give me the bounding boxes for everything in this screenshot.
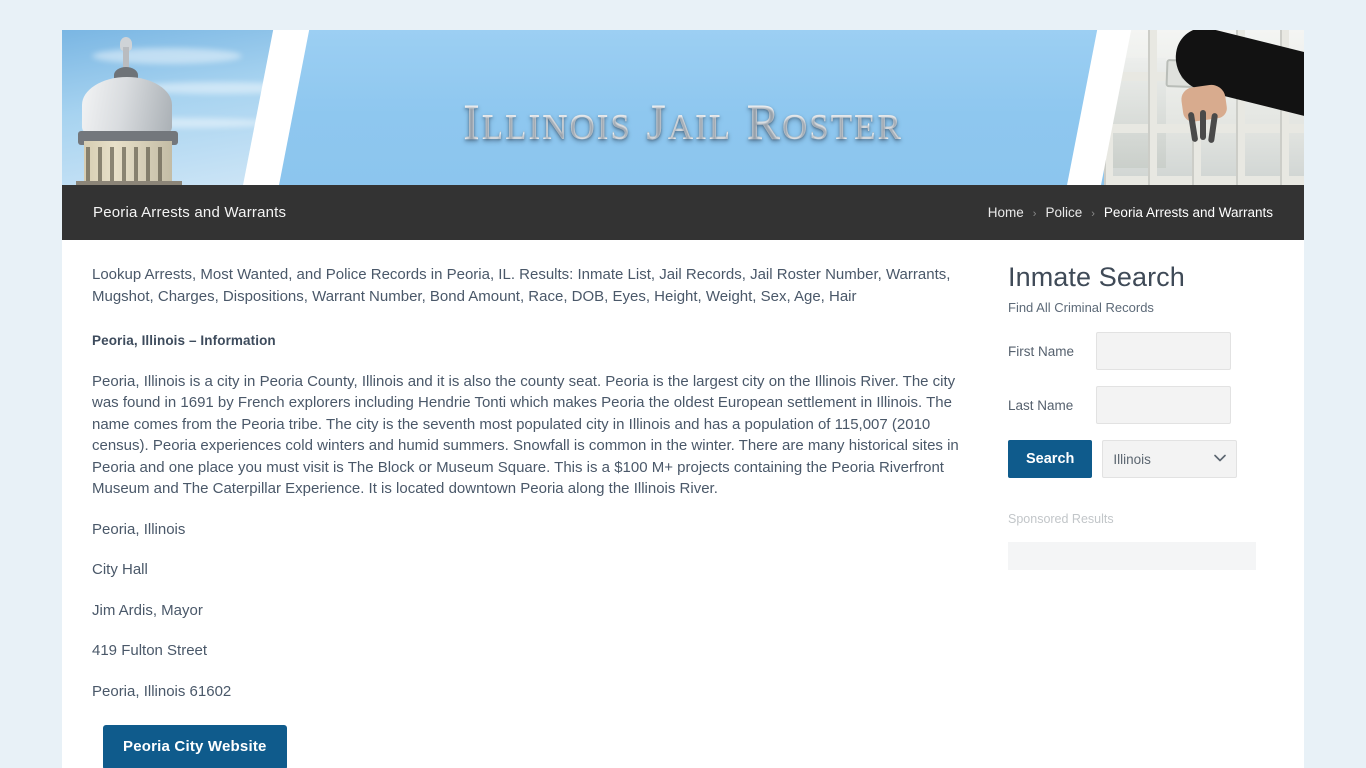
breadcrumb-item-home[interactable]: Home [988, 205, 1024, 220]
lead-paragraph: Lookup Arrests, Most Wanted, and Police … [92, 266, 951, 305]
state-select[interactable]: Illinois [1102, 440, 1238, 478]
dome-columns [86, 147, 170, 181]
chevron-right-icon: › [1032, 207, 1037, 220]
page: Illinois Jail Roster Peoria Arrests and … [0, 0, 1366, 768]
inmate-search-subtitle: Find All Criminal Records [1008, 300, 1154, 315]
search-button[interactable]: Search [1008, 440, 1093, 478]
site-banner: Illinois Jail Roster [62, 30, 1304, 185]
chevron-down-icon [1214, 453, 1227, 465]
address-line-city: Peoria, Illinois [92, 520, 186, 538]
sidebar: Inmate Search Find All Criminal Records … [994, 240, 1304, 768]
first-name-field[interactable] [1096, 332, 1231, 370]
address-line-street: 419 Fulton Street [92, 642, 208, 659]
address-line-zip: Peoria, Illinois 61602 [92, 682, 232, 700]
chevron-right-icon: › [1091, 207, 1095, 220]
last-name-field[interactable] [1096, 386, 1231, 424]
first-name-label: First Name [1008, 343, 1075, 359]
last-name-label: Last Name [1008, 397, 1074, 413]
state-select-value: Illinois [1113, 451, 1151, 467]
breadcrumb-item-current: Peoria Arrests and Warrants [1103, 205, 1273, 220]
first-name-row: First Name [1008, 332, 1274, 370]
sponsored-results-placeholder [1008, 542, 1256, 570]
main-content: Lookup Arrests, Most Wanted, and Police … [62, 240, 994, 768]
inmate-search-title: Inmate Search [1008, 262, 1185, 292]
breadcrumb: Home › Police › Peoria Arrests and Warra… [988, 205, 1273, 220]
address-line-mayor: Jim Ardis, Mayor [92, 601, 203, 619]
site-container: Illinois Jail Roster Peoria Arrests and … [62, 30, 1304, 768]
breadcrumb-item-police[interactable]: Police [1045, 205, 1082, 220]
section-heading: Peoria, Illinois – Information [92, 333, 276, 348]
last-name-row: Last Name [1008, 386, 1274, 424]
body-row: Lookup Arrests, Most Wanted, and Police … [62, 240, 1304, 768]
site-title: Illinois Jail Roster [62, 92, 1304, 150]
dome-base [76, 181, 182, 185]
address-line-cityhall: City Hall [92, 561, 148, 578]
breadcrumb-bar: Peoria Arrests and Warrants Home › Polic… [62, 185, 1304, 240]
sponsored-results-label: Sponsored Results [1008, 512, 1114, 526]
page-title: Peoria Arrests and Warrants [93, 204, 287, 221]
peoria-city-website-button[interactable]: Peoria City Website [103, 725, 287, 768]
info-paragraph: Peoria, Illinois is a city in Peoria Cou… [92, 372, 959, 498]
search-action-row: Search Illinois [1008, 440, 1274, 478]
